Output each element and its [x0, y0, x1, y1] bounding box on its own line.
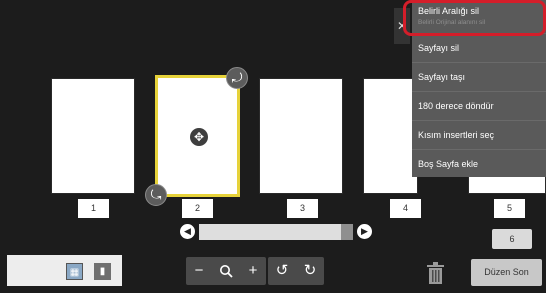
page-number-label: 2: [182, 199, 213, 218]
image-view-icon[interactable]: ▦: [66, 263, 83, 280]
page-number-label: 5: [494, 199, 525, 218]
view-mode-panel: ▦ ▮: [7, 255, 122, 286]
menu-item-move-page[interactable]: Sayfayı taşı: [412, 62, 546, 91]
zoom-controls: − +: [186, 257, 266, 285]
menu-item-sublabel: Belirli Orijinal alanını sil: [418, 19, 486, 26]
move-arrows-icon[interactable]: ✥: [190, 128, 208, 146]
trash-icon[interactable]: [427, 262, 444, 284]
scroll-left-icon[interactable]: ◀: [180, 224, 195, 239]
page-number-label: 3: [287, 199, 318, 218]
rotate-handle-icon[interactable]: ⤾: [226, 67, 248, 89]
page-scrollbar[interactable]: [199, 224, 353, 240]
page-thumbnail-1[interactable]: [51, 78, 135, 194]
rotate-handle-icon[interactable]: ⤿: [145, 184, 167, 206]
context-menu: Belirli Aralığı sil Belirli Orijinal ala…: [412, 0, 546, 177]
menu-item-add-blank-page[interactable]: Boş Sayfa ekle: [412, 149, 546, 178]
menu-item-delete-range[interactable]: Belirli Aralığı sil Belirli Orijinal ala…: [412, 0, 546, 33]
menu-item-label: Belirli Aralığı sil: [418, 6, 480, 16]
rotate-left-icon[interactable]: ↺: [269, 257, 295, 285]
menu-item-select-inserts[interactable]: Kısım insertleri seç: [412, 120, 546, 149]
page-view-icon[interactable]: ▮: [94, 263, 111, 280]
scroll-right-icon[interactable]: ▶: [357, 224, 372, 239]
menu-item-delete-page[interactable]: Sayfayı sil: [412, 33, 546, 62]
page-number-label: 1: [78, 199, 109, 218]
rotate-controls: ↺ ↻: [268, 257, 324, 285]
page-thumbnail-3[interactable]: [259, 78, 343, 194]
plus-icon[interactable]: +: [240, 257, 266, 285]
close-icon[interactable]: ✕: [394, 8, 410, 44]
rotate-right-icon[interactable]: ↻: [297, 257, 323, 285]
menu-item-rotate-180[interactable]: 180 derece döndür: [412, 91, 546, 120]
page-count-badge: 6: [492, 229, 532, 249]
magnifier-icon[interactable]: [213, 257, 239, 285]
page-thumbnail-2-selected[interactable]: ✥: [155, 75, 240, 197]
done-button[interactable]: Düzen Son: [471, 259, 542, 286]
minus-icon[interactable]: −: [186, 257, 212, 285]
page-number-label: 4: [390, 199, 421, 218]
page-edit-screen: ✥ ⤾ ⤿ 1 2 3 4 5 ◀ ▶ 6 ▦ ▮ − + ↺ ↻ Düzen …: [0, 0, 546, 293]
page-thumbnail-4[interactable]: [363, 78, 418, 194]
scrollbar-thumb[interactable]: [199, 224, 341, 240]
